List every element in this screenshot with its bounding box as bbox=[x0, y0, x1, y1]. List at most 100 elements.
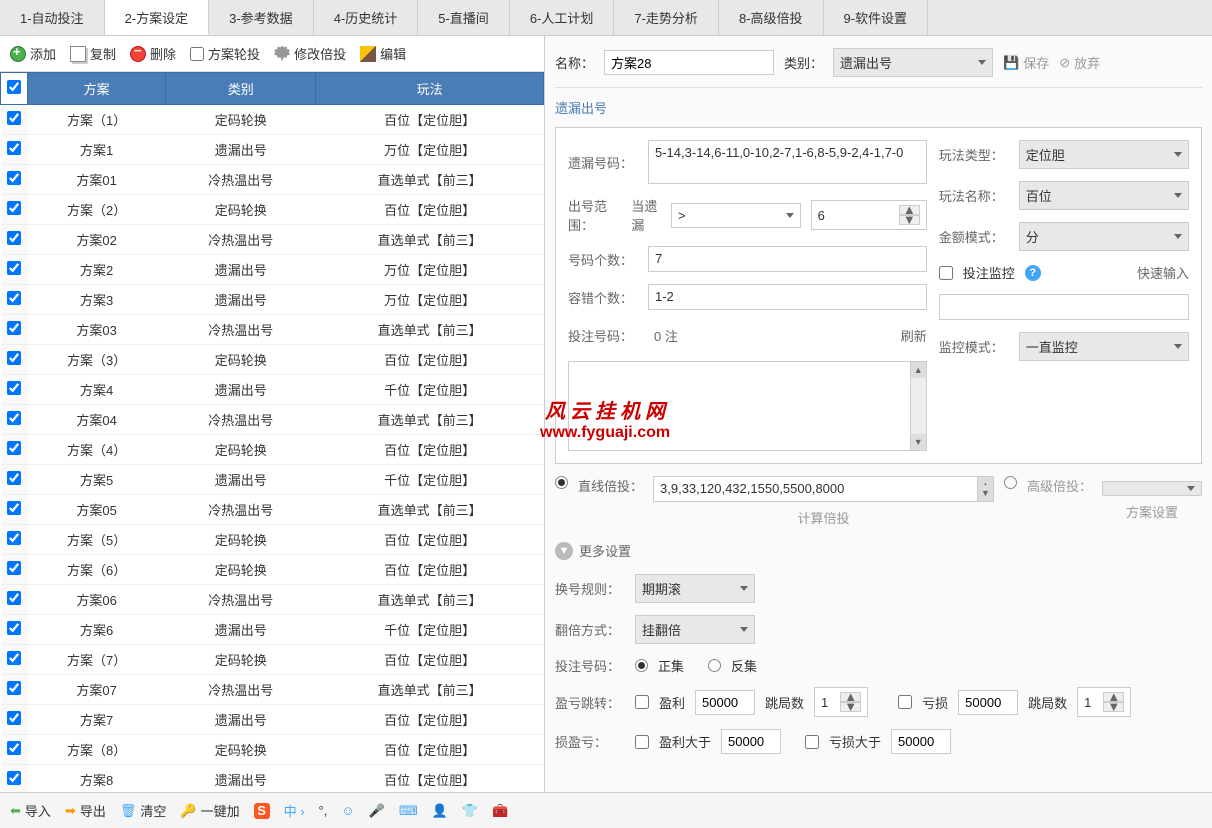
row-checkbox[interactable] bbox=[1, 495, 28, 525]
loss-jump-spinner[interactable]: 1▲▼ bbox=[1077, 687, 1131, 717]
mic-icon[interactable]: 🎤 bbox=[369, 803, 385, 819]
keyboard-icon[interactable]: ⌨ bbox=[399, 803, 418, 819]
bet-monitor-checkbox[interactable] bbox=[939, 266, 953, 280]
table-row[interactable]: 方案04冷热温出号直选单式【前三】 bbox=[1, 405, 544, 435]
row-checkbox[interactable] bbox=[1, 405, 28, 435]
table-row[interactable]: 方案4遗漏出号千位【定位胆】 bbox=[1, 375, 544, 405]
user-icon[interactable]: 👤 bbox=[432, 803, 448, 819]
amount-mode-select[interactable]: 分 bbox=[1019, 222, 1189, 251]
table-row[interactable]: 方案05冷热温出号直选单式【前三】 bbox=[1, 495, 544, 525]
tab-1[interactable]: 2-方案设定 bbox=[105, 0, 210, 35]
help-icon[interactable]: ? bbox=[1025, 265, 1041, 281]
tab-5[interactable]: 6-人工计划 bbox=[510, 0, 615, 35]
row-checkbox[interactable] bbox=[1, 525, 28, 555]
row-checkbox[interactable] bbox=[1, 375, 28, 405]
tab-7[interactable]: 8-高级倍投 bbox=[719, 0, 824, 35]
table-row[interactable]: 方案（4）定码轮换百位【定位胆】 bbox=[1, 435, 544, 465]
profit-jump-spinner[interactable]: 1▲▼ bbox=[814, 687, 868, 717]
line-multiplier-radio[interactable] bbox=[555, 476, 568, 489]
row-checkbox[interactable] bbox=[1, 585, 28, 615]
table-row[interactable]: 方案（6）定码轮换百位【定位胆】 bbox=[1, 555, 544, 585]
range-op-select[interactable]: > bbox=[671, 203, 801, 228]
count-input[interactable]: 7 bbox=[648, 246, 927, 272]
table-row[interactable]: 方案3遗漏出号万位【定位胆】 bbox=[1, 285, 544, 315]
tab-8[interactable]: 9-软件设置 bbox=[824, 0, 929, 35]
table-row[interactable]: 方案06冷热温出号直选单式【前三】 bbox=[1, 585, 544, 615]
row-checkbox[interactable] bbox=[1, 675, 28, 705]
play-type-select[interactable]: 定位胆 bbox=[1019, 140, 1189, 169]
switch-rule-select[interactable]: 期期滚 bbox=[635, 574, 755, 603]
copy-button[interactable]: 复制 bbox=[70, 44, 116, 63]
table-row[interactable]: 方案（7）定码轮换百位【定位胆】 bbox=[1, 645, 544, 675]
error-input[interactable]: 1-2 bbox=[648, 284, 927, 310]
discard-button[interactable]: ⊘放弃 bbox=[1059, 53, 1100, 72]
flip-mode-select[interactable]: 挂翻倍 bbox=[635, 615, 755, 644]
edit-button[interactable]: 编辑 bbox=[360, 44, 406, 63]
save-button[interactable]: 💾保存 bbox=[1003, 53, 1049, 72]
add-button[interactable]: 添加 bbox=[10, 44, 56, 63]
table-row[interactable]: 方案7遗漏出号百位【定位胆】 bbox=[1, 705, 544, 735]
table-row[interactable]: 方案02冷热温出号直选单式【前三】 bbox=[1, 225, 544, 255]
profit-gt-input[interactable] bbox=[721, 729, 781, 754]
plan-setting-link[interactable]: 方案设置 bbox=[1102, 502, 1202, 521]
row-checkbox[interactable] bbox=[1, 465, 28, 495]
loss-input[interactable] bbox=[958, 690, 1018, 715]
table-row[interactable]: 方案5遗漏出号千位【定位胆】 bbox=[1, 465, 544, 495]
adv-multiplier-select[interactable] bbox=[1102, 481, 1202, 496]
adv-multiplier-radio[interactable] bbox=[1004, 476, 1017, 489]
table-row[interactable]: 方案（5）定码轮换百位【定位胆】 bbox=[1, 525, 544, 555]
profit-checkbox[interactable] bbox=[635, 695, 649, 709]
export-button[interactable]: ➡导出 bbox=[65, 801, 106, 820]
loss-gt-checkbox[interactable] bbox=[805, 735, 819, 749]
tab-6[interactable]: 7-走势分析 bbox=[614, 0, 719, 35]
calc-multiplier-link[interactable]: 计算倍投 bbox=[653, 508, 994, 527]
bet-code-textarea[interactable]: ▲▼ bbox=[568, 361, 927, 451]
table-row[interactable]: 方案2遗漏出号万位【定位胆】 bbox=[1, 255, 544, 285]
row-checkbox[interactable] bbox=[1, 255, 28, 285]
tab-0[interactable]: 1-自动投注 bbox=[0, 0, 105, 35]
clear-button[interactable]: 🗑清空 bbox=[120, 801, 167, 820]
smile-icon[interactable]: ☺ bbox=[341, 803, 354, 818]
loss-gt-input[interactable] bbox=[891, 729, 951, 754]
row-checkbox[interactable] bbox=[1, 105, 28, 135]
table-row[interactable]: 方案6遗漏出号千位【定位胆】 bbox=[1, 615, 544, 645]
loss-checkbox[interactable] bbox=[898, 695, 912, 709]
row-checkbox[interactable] bbox=[1, 735, 28, 765]
monitor-value-input[interactable] bbox=[939, 294, 1189, 320]
row-checkbox[interactable] bbox=[1, 645, 28, 675]
row-checkbox[interactable] bbox=[1, 345, 28, 375]
onekey-button[interactable]: 🔑一键加 bbox=[180, 801, 239, 820]
category-select[interactable]: 遗漏出号 bbox=[833, 48, 993, 77]
negative-radio[interactable] bbox=[708, 659, 721, 672]
monitor-mode-select[interactable]: 一直监控 bbox=[1019, 332, 1189, 361]
profit-gt-checkbox[interactable] bbox=[635, 735, 649, 749]
import-button[interactable]: ⬅导入 bbox=[10, 801, 51, 820]
table-row[interactable]: 方案03冷热温出号直选单式【前三】 bbox=[1, 315, 544, 345]
play-name-select[interactable]: 百位 bbox=[1019, 181, 1189, 210]
tab-2[interactable]: 3-参考数据 bbox=[209, 0, 314, 35]
name-input[interactable] bbox=[604, 50, 774, 75]
delete-button[interactable]: 删除 bbox=[130, 44, 176, 63]
row-checkbox[interactable] bbox=[1, 135, 28, 165]
scrollbar[interactable]: ▲▼ bbox=[910, 362, 926, 450]
more-settings-toggle[interactable]: ▼ 更多设置 bbox=[555, 541, 1202, 560]
table-row[interactable]: 方案（2）定码轮换百位【定位胆】 bbox=[1, 195, 544, 225]
ime-cn-icon[interactable]: 中 › bbox=[284, 801, 305, 820]
miss-code-input[interactable]: 5-14,3-14,6-11,0-10,2-7,1-6,8-5,9-2,4-1,… bbox=[648, 140, 927, 184]
table-row[interactable]: 方案（3）定码轮换百位【定位胆】 bbox=[1, 345, 544, 375]
row-checkbox[interactable] bbox=[1, 615, 28, 645]
table-row[interactable]: 方案07冷热温出号直选单式【前三】 bbox=[1, 675, 544, 705]
toolbox-icon[interactable]: 🧰 bbox=[492, 803, 508, 819]
row-checkbox[interactable] bbox=[1, 195, 28, 225]
scrollbar[interactable]: ▲▼ bbox=[977, 477, 993, 501]
range-val-spinner[interactable]: 6▲▼ bbox=[811, 200, 927, 230]
table-row[interactable]: 方案（1）定码轮换百位【定位胆】 bbox=[1, 105, 544, 135]
punct-icon[interactable]: °, bbox=[319, 803, 328, 818]
sogou-ime-icon[interactable]: S bbox=[254, 803, 270, 819]
positive-radio[interactable] bbox=[635, 659, 648, 672]
refresh-link[interactable]: 刷新 bbox=[901, 326, 927, 345]
row-checkbox[interactable] bbox=[1, 315, 28, 345]
row-checkbox[interactable] bbox=[1, 165, 28, 195]
plan-rotate-checkbox[interactable]: 方案轮投 bbox=[190, 44, 260, 63]
table-row[interactable]: 方案8遗漏出号百位【定位胆】 bbox=[1, 765, 544, 793]
